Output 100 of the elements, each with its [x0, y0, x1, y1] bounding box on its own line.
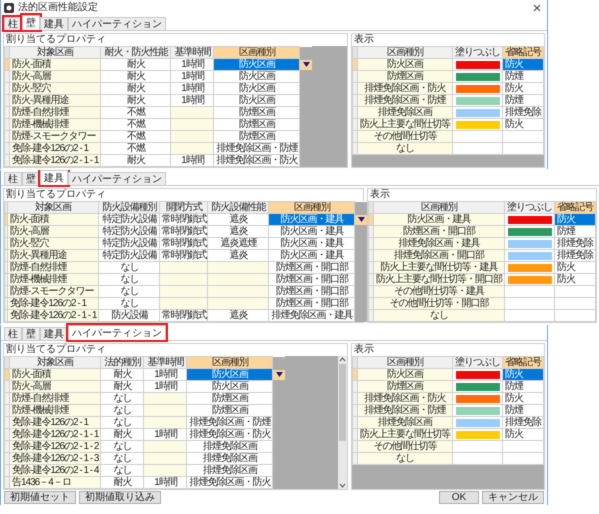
- table-cell[interactable]: 防煙区画: [358, 380, 452, 392]
- row-header[interactable]: [368, 238, 374, 250]
- table-cell[interactable]: 防火: [502, 118, 544, 130]
- row-header[interactable]: [352, 142, 358, 154]
- column-header[interactable]: 基準時間: [170, 46, 214, 58]
- table-cell[interactable]: 防火: [502, 392, 544, 404]
- tab[interactable]: ハイパーティション: [68, 325, 166, 340]
- table-cell[interactable]: 防火: [502, 82, 544, 94]
- table-cell[interactable]: 排煙免除: [554, 250, 596, 262]
- row-header[interactable]: [4, 250, 8, 262]
- row-header[interactable]: [352, 440, 358, 452]
- column-header[interactable]: 防火設備種別: [98, 202, 160, 214]
- row-header[interactable]: [4, 392, 10, 404]
- button[interactable]: 初期値取り込み: [79, 491, 161, 504]
- row-header[interactable]: [352, 58, 358, 70]
- table-cell[interactable]: 防火: [502, 58, 544, 70]
- row-header[interactable]: [4, 310, 8, 322]
- table-cell[interactable]: 防火: [502, 368, 544, 380]
- table-cell[interactable]: 防煙区画・開口部: [268, 274, 355, 286]
- row-header[interactable]: [4, 274, 8, 286]
- table-cell[interactable]: 防火区画・建具: [268, 226, 355, 238]
- scroll-down-icon[interactable]: [339, 482, 346, 489]
- row-header[interactable]: [4, 286, 8, 298]
- table-cell[interactable]: 防火区画: [214, 58, 300, 70]
- row-header[interactable]: [352, 392, 358, 404]
- row-header[interactable]: [368, 250, 374, 262]
- column-header[interactable]: 対象区画: [10, 46, 101, 58]
- tab[interactable]: 建具: [40, 17, 68, 30]
- table-cell[interactable]: 防火区画: [358, 58, 452, 70]
- button[interactable]: OK: [439, 491, 479, 504]
- column-header[interactable]: 区画種別: [186, 356, 273, 368]
- row-header[interactable]: [352, 94, 358, 106]
- row-header[interactable]: [4, 154, 10, 166]
- table-cell[interactable]: 防煙区画・開口部: [374, 226, 504, 238]
- row-header[interactable]: [4, 58, 10, 70]
- row-header[interactable]: [4, 380, 10, 392]
- column-header[interactable]: 塗りつぶし: [452, 46, 502, 58]
- column-header[interactable]: 基準時間: [144, 356, 187, 368]
- row-header[interactable]: [4, 428, 10, 440]
- tab[interactable]: 柱: [4, 327, 22, 340]
- row-header[interactable]: [352, 118, 358, 130]
- row-header[interactable]: [368, 310, 374, 322]
- row-header[interactable]: [4, 440, 10, 452]
- column-header[interactable]: 区画種別: [374, 202, 504, 214]
- table-cell[interactable]: なし: [358, 142, 452, 154]
- row-header[interactable]: [4, 298, 8, 310]
- scroll-up-icon[interactable]: [339, 356, 346, 363]
- row-header[interactable]: [352, 428, 358, 440]
- table-cell[interactable]: 防火上主要な間仕切等: [358, 428, 452, 440]
- column-header[interactable]: 区画種別: [358, 46, 452, 58]
- table-cell[interactable]: 防煙: [502, 380, 544, 392]
- table-cell[interactable]: 排煙免除区画: [186, 464, 273, 476]
- table-cell[interactable]: 防火: [554, 262, 596, 274]
- table-cell[interactable]: 排煙免除区画・防火: [186, 476, 273, 488]
- table-cell[interactable]: 排煙免除区画: [358, 106, 452, 118]
- table-cell[interactable]: 防煙区画: [214, 106, 300, 118]
- row-header[interactable]: [4, 70, 10, 82]
- table-cell[interactable]: 防煙区画・開口部: [268, 298, 355, 310]
- row-header[interactable]: [352, 452, 358, 464]
- row-header[interactable]: [368, 274, 374, 286]
- row-header[interactable]: [352, 404, 358, 416]
- row-header[interactable]: [352, 130, 358, 142]
- table-cell[interactable]: 排煙免除: [502, 416, 544, 428]
- row-header[interactable]: [4, 82, 10, 94]
- column-header[interactable]: 法的種別: [100, 356, 144, 368]
- row-header[interactable]: [352, 82, 358, 94]
- table-cell[interactable]: 防煙区画: [214, 130, 300, 142]
- table-cell[interactable]: 排煙免除区画・防火: [358, 392, 452, 404]
- table-cell[interactable]: 排煙免除区画: [186, 440, 273, 452]
- row-header[interactable]: [368, 262, 374, 274]
- table-cell[interactable]: 防火区画: [186, 368, 273, 380]
- table-cell[interactable]: その他間仕切等: [358, 130, 452, 142]
- table-cell[interactable]: 排煙免除区画・防煙: [214, 142, 300, 154]
- table-cell[interactable]: 排煙免除区画・防火: [358, 82, 452, 94]
- column-header[interactable]: 省略記号: [502, 46, 544, 58]
- table-cell[interactable]: 防煙: [502, 404, 544, 416]
- column-header[interactable]: 開閉方式: [160, 202, 208, 214]
- row-header[interactable]: [4, 368, 10, 380]
- table-cell[interactable]: 防火区画・建具: [268, 214, 355, 226]
- table-cell[interactable]: 防火上主要な間仕切等・開口部: [374, 274, 504, 286]
- table-cell[interactable]: なし: [374, 310, 504, 322]
- table-cell[interactable]: 排煙免除区画: [186, 452, 273, 464]
- column-header[interactable]: 省略記号: [502, 356, 544, 368]
- table-cell[interactable]: 排煙免除区画・防火: [214, 154, 300, 166]
- table-cell[interactable]: 排煙免除: [502, 106, 544, 118]
- table-cell[interactable]: その他間仕切等: [358, 440, 452, 452]
- tab[interactable]: 建具: [40, 170, 68, 185]
- table-cell[interactable]: 排煙免除区画: [358, 416, 452, 428]
- row-header[interactable]: [352, 368, 358, 380]
- table-cell[interactable]: 排煙免除区画・防煙: [358, 404, 452, 416]
- row-header[interactable]: [4, 118, 10, 130]
- table-cell[interactable]: 防煙区画・開口部: [268, 262, 355, 274]
- row-header[interactable]: [4, 416, 10, 428]
- column-header[interactable]: 省略記号: [554, 202, 596, 214]
- column-header[interactable]: 区画種別: [268, 202, 355, 214]
- table-cell[interactable]: 排煙免除区画・防火: [186, 428, 273, 440]
- table-cell[interactable]: 防火: [554, 214, 596, 226]
- row-header[interactable]: [352, 416, 358, 428]
- table-cell[interactable]: 防火区画: [358, 368, 452, 380]
- table-cell[interactable]: 防火区画・建具: [268, 238, 355, 250]
